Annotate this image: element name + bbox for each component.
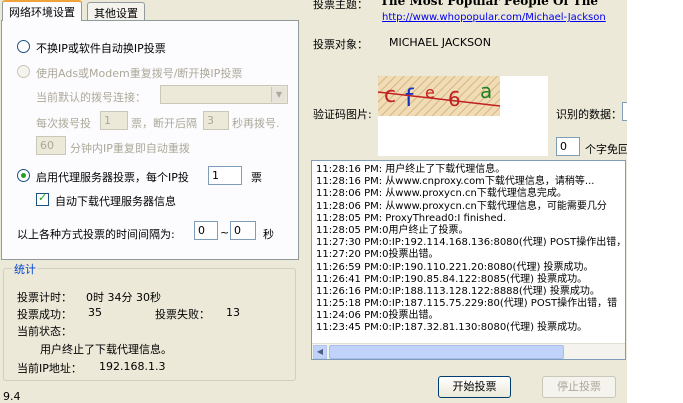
every-dial-label: 每次拨号投 <box>36 117 91 130</box>
stats-title: 统计 <box>12 261 38 277</box>
radio-no-change-ip[interactable] <box>17 40 30 53</box>
status-label: 当前状态： <box>17 325 72 338</box>
log-line: 11:28:05 PM:0用户终止了投票。 <box>316 224 469 236</box>
captcha-char: a <box>480 79 492 103</box>
radio-no-change-ip-label[interactable]: 不换IP或软件自动换IP投票 <box>36 40 166 56</box>
captcha-label: 验证码图片: <box>313 108 372 121</box>
vote-timer-label: 投票计时： <box>17 291 72 304</box>
log-list[interactable]: 11:28:16 PM: 用户终止了下载代理信息。 11:28:16 PM: 从w… <box>311 160 626 360</box>
auto-download-proxy-checkbox[interactable]: ✓ <box>36 191 49 206</box>
log-line: 11:28:16 PM: 用户终止了下载代理信息。 <box>316 164 506 175</box>
status-value: 用户终止了下载代理信息。 <box>40 343 172 356</box>
captcha-char: 6 <box>448 87 461 111</box>
log-line: 11:26:16 PM:0:IP:188.113.128.122:8888(代理… <box>316 285 600 297</box>
auto-count-input[interactable]: 0 <box>556 137 580 156</box>
captcha-svg: c f e 6 a <box>377 76 501 116</box>
scrollbar-thumb[interactable] <box>329 345 564 359</box>
minutes-suffix: 分钟内IP重复即自动重拨 <box>70 142 190 155</box>
topic-label: 投票主题： <box>313 0 368 11</box>
log-line: 11:28:06 PM: 从www.proxycn.cn下载代理信息完成。 <box>316 188 567 200</box>
default-dial-select[interactable]: ▼ <box>160 85 288 104</box>
stop-vote-button[interactable]: 停止投票 <box>542 376 616 398</box>
radio-dialup-label[interactable]: 使用Ads或Modem重复拨号/断开换IP投票 <box>36 65 242 81</box>
log-line: 11:28:16 PM: 从www.cnproxy.com下载代理信息，请稍等.… <box>316 176 595 188</box>
log-line: 11:27:20 PM:0投票出错。 <box>316 249 439 261</box>
fail-value: 13 <box>226 306 240 319</box>
interval-unit: 秒 <box>263 228 274 241</box>
checkmark-icon: ✓ <box>38 191 48 204</box>
recognized-label: 识别的数据： <box>556 108 622 121</box>
radio-selected-dot <box>21 173 26 178</box>
auto-count-suffix: 个字免回 <box>585 143 629 156</box>
captcha-char: e <box>425 83 435 102</box>
log-line: 11:24:06 PM:0投票出错。 <box>316 310 439 322</box>
topic-value: The Most Popular People Of The <box>380 0 599 8</box>
fail-label: 投票失败： <box>155 308 210 321</box>
captcha-char: f <box>405 84 414 112</box>
start-vote-button[interactable]: 开始投票 <box>438 376 511 398</box>
log-body: 11:28:16 PM: 用户终止了下载代理信息。 11:28:16 PM: 从w… <box>312 161 625 335</box>
auto-download-proxy-label[interactable]: 自动下载代理服务器信息 <box>55 193 176 209</box>
target-value: MICHAEL JACKSON <box>389 36 491 49</box>
proxy-votes-input[interactable]: 1 <box>208 166 242 185</box>
topic-url-link[interactable]: http://www.whopopular.com/Michael-Jackso… <box>382 12 606 23</box>
interval-from-input[interactable]: 0 <box>194 221 218 240</box>
redial-wait-suffix: 秒再拨号. <box>232 117 280 130</box>
tab-other-settings[interactable]: 其他设置 <box>87 2 145 21</box>
chevron-down-icon[interactable]: ▼ <box>271 87 286 102</box>
captcha-char: c <box>384 83 396 108</box>
log-line: 11:28:05 PM: ProxyThread0:I finished. <box>316 212 507 224</box>
log-line: 11:28:06 PM: 从www.proxycn.cn下载代理信息，可能需要几… <box>316 200 607 212</box>
radio-proxy[interactable] <box>17 169 30 182</box>
right-edge-area <box>627 0 683 403</box>
radio-dialup[interactable] <box>17 65 30 78</box>
captcha-image: c f e 6 a <box>377 76 548 156</box>
tab-network-settings[interactable]: 网络环境设置 <box>2 0 82 21</box>
vote-timer-value: 0时 34分 30秒 <box>86 291 161 304</box>
log-line: 11:27:30 PM:0:IP:192.114.168.136:8080(代理… <box>316 237 626 249</box>
default-dial-label: 当前默认的拨号连接： <box>36 91 146 104</box>
proxy-votes-suffix: 票 <box>251 171 262 184</box>
log-line: 11:26:59 PM:0:IP:190.110.221.20:8080(代理)… <box>316 261 594 273</box>
redial-wait-input[interactable]: 3 <box>203 111 229 130</box>
success-label: 投票成功： <box>17 308 72 321</box>
scroll-left-icon[interactable]: ◀ <box>313 345 327 359</box>
interval-separator: ~ <box>220 226 230 239</box>
ip-value: 192.168.1.3 <box>99 360 166 373</box>
minutes-input[interactable]: 60 <box>36 136 66 155</box>
horizontal-scrollbar[interactable]: ◀ <box>312 343 625 359</box>
every-dial-input[interactable]: 1 <box>100 111 128 130</box>
radio-proxy-label[interactable]: 启用代理服务器投票，每个IP投 <box>36 169 189 185</box>
log-line: 11:23:45 PM:0:IP:187.32.81.130:8080(代理) … <box>316 322 588 334</box>
ip-label: 当前IP地址： <box>17 362 82 375</box>
interval-to-input[interactable]: 0 <box>230 221 256 240</box>
every-dial-mid-label: 票，断开后隔 <box>131 117 197 130</box>
log-line: 11:26:41 PM:0:IP:190.85.84.122:8085(代理) … <box>316 273 588 285</box>
success-value: 35 <box>88 306 102 319</box>
log-line: 11:25:18 PM:0:IP:187.115.75.229:80(代理) P… <box>316 298 618 310</box>
version-label: 9.4 <box>3 390 21 403</box>
network-settings-panel: 不换IP或软件自动换IP投票 使用Ads或Modem重复拨号/断开换IP投票 当… <box>1 20 299 260</box>
interval-label: 以上各种方式投票的时间间隔为: <box>17 228 175 241</box>
target-label: 投票对象： <box>313 38 368 51</box>
